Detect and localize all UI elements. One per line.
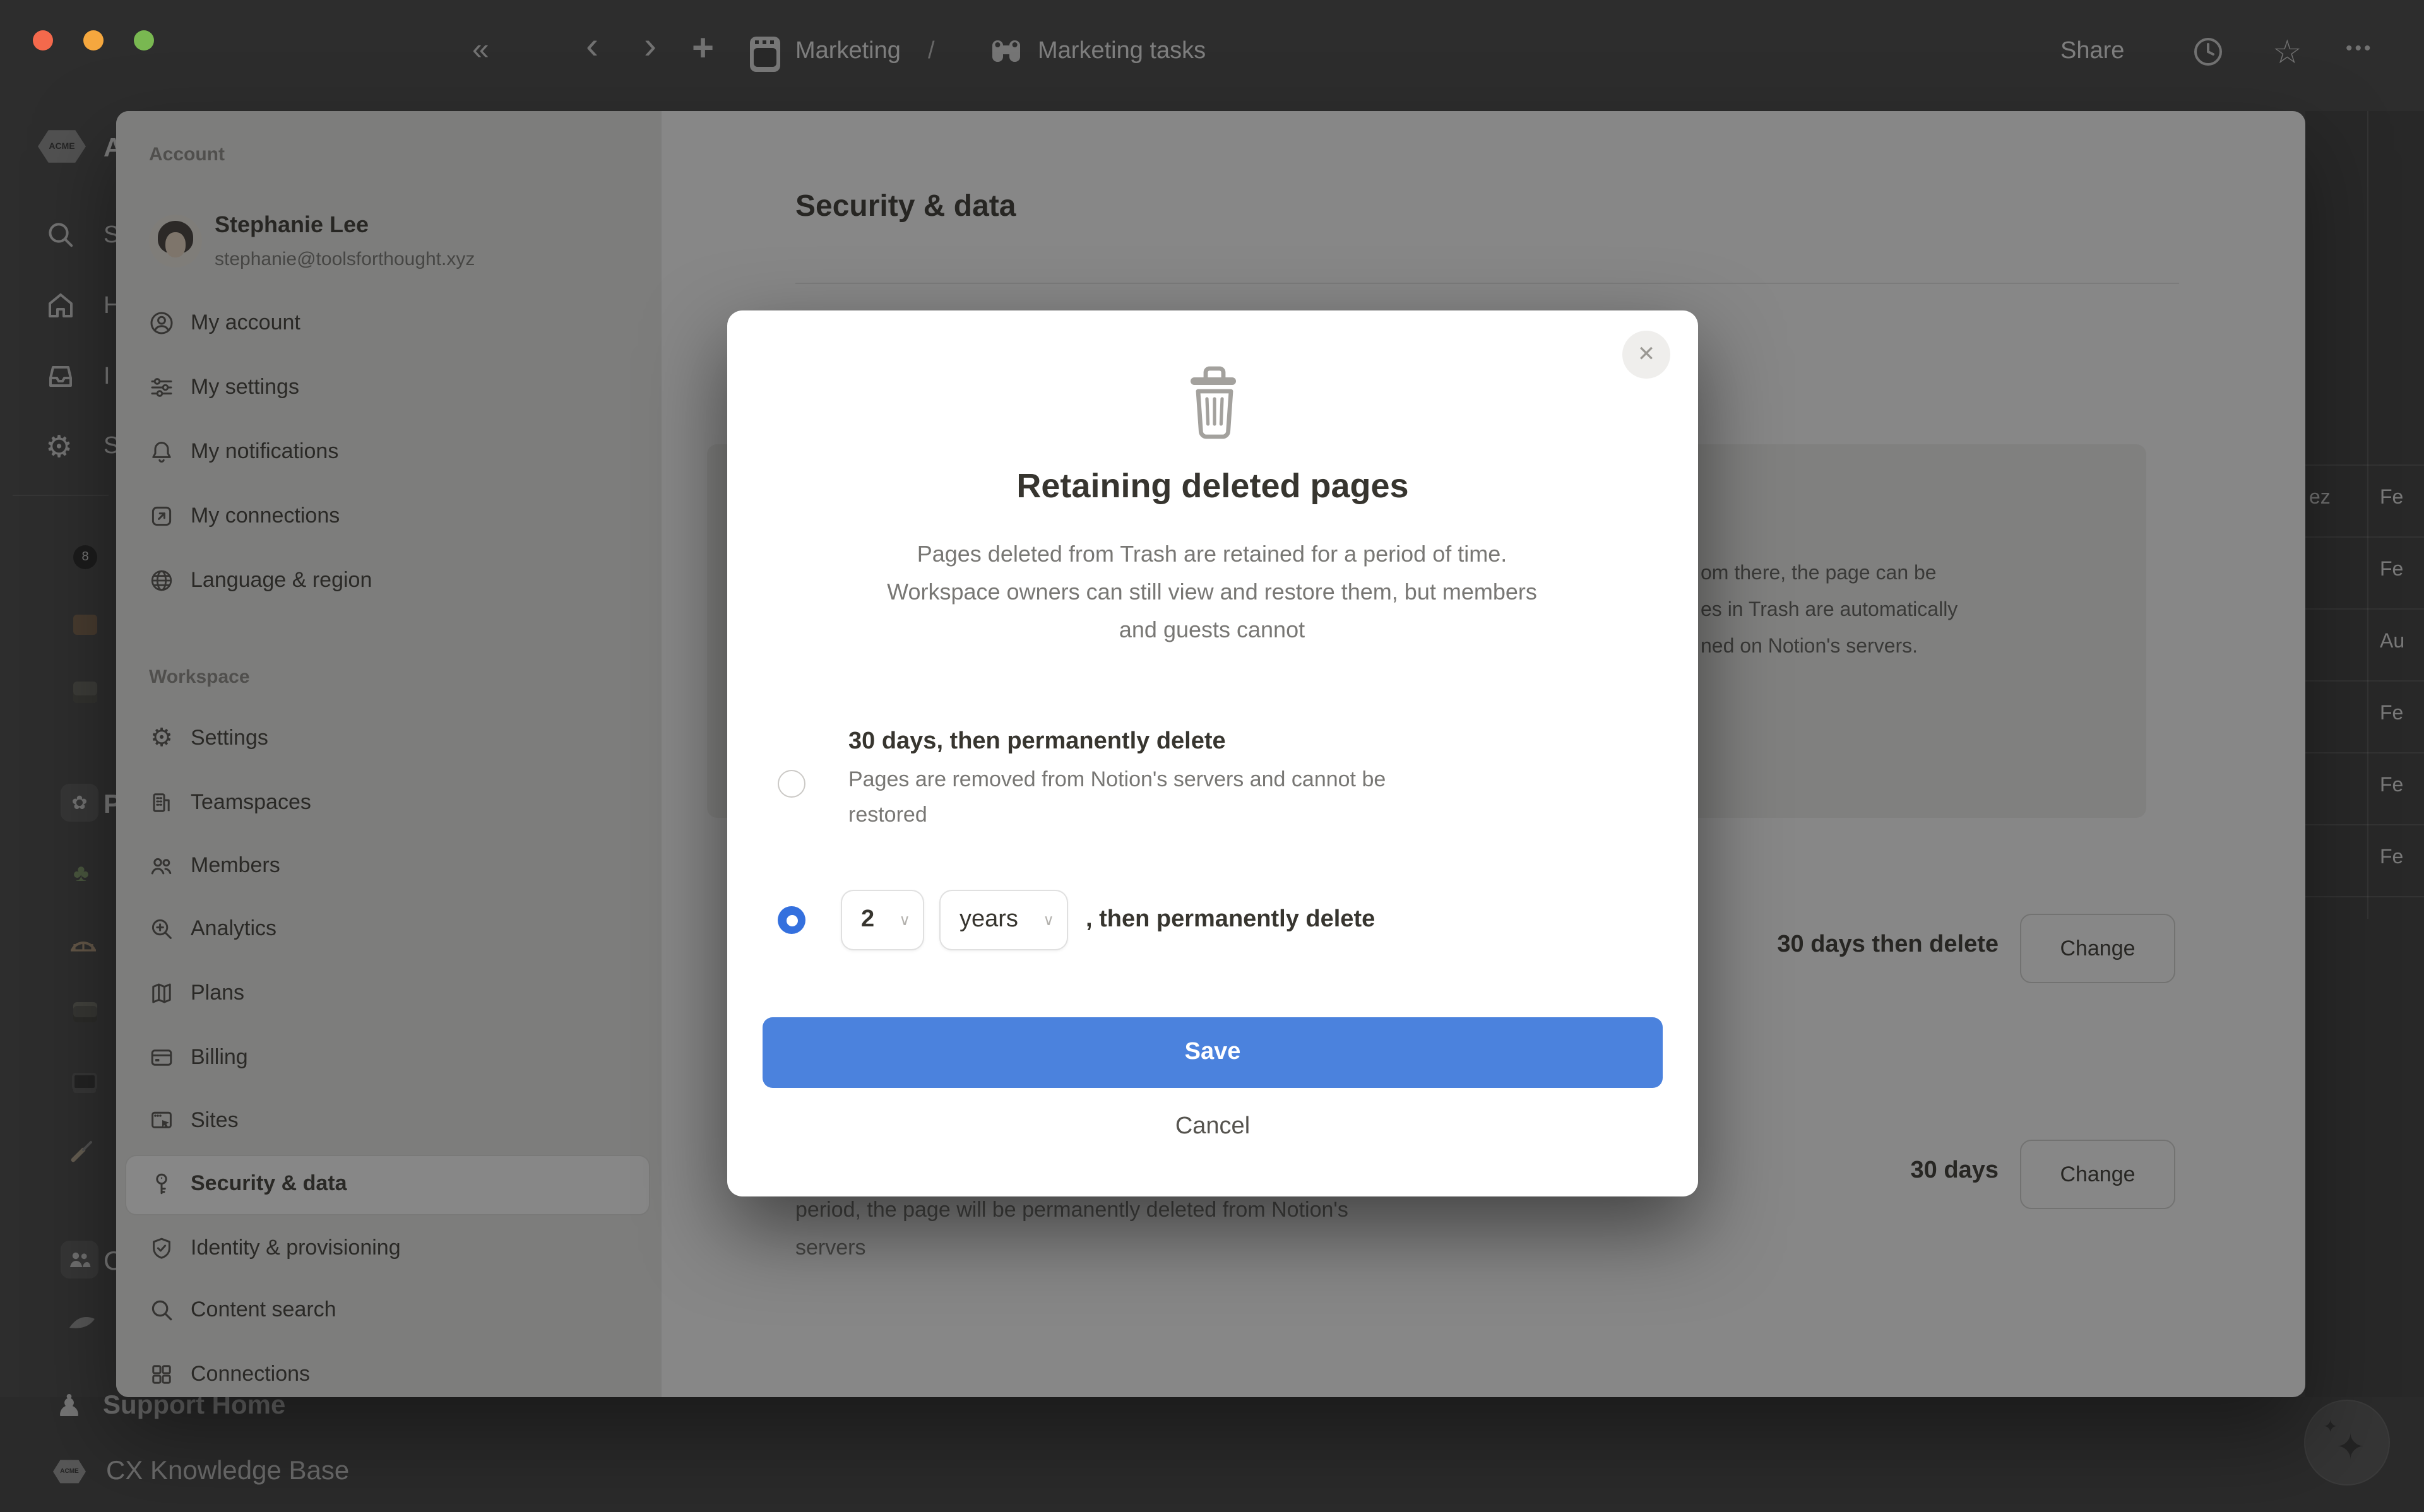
save-button[interactable]: Save — [763, 1017, 1663, 1088]
radio-custom-duration[interactable] — [778, 906, 805, 934]
option-label: 30 days, then permanently delete — [848, 728, 1226, 755]
modal-title: Retaining deleted pages — [1016, 467, 1409, 505]
radio-30-days[interactable] — [778, 770, 805, 798]
chevron-down-icon: ∨ — [899, 911, 910, 929]
chevron-down-icon: ∨ — [1043, 911, 1054, 929]
duration-value-select[interactable]: 2 ∨ — [841, 890, 924, 950]
close-icon[interactable]: ✕ — [1622, 331, 1670, 379]
duration-unit: years — [960, 906, 1018, 933]
option-sublabel: Pages are removed from Notion's servers … — [848, 767, 1386, 827]
option-suffix: , then permanently delete — [1086, 906, 1375, 933]
zoom-window-button[interactable] — [134, 30, 154, 50]
save-label: Save — [1184, 1039, 1241, 1065]
trash-icon — [1191, 366, 1236, 439]
option-30-days[interactable]: 30 days, then permanently delete Pages a… — [848, 728, 1442, 833]
duration-unit-select[interactable]: years ∨ — [939, 890, 1068, 950]
minimize-window-button[interactable] — [83, 30, 104, 50]
retention-modal: ✕ Retaining deleted pages Pages deleted … — [727, 310, 1698, 1196]
close-window-button[interactable] — [33, 30, 53, 50]
screen: « ‹ › + Marketing / Marketing tasks Shar… — [0, 0, 2424, 1512]
cancel-button[interactable]: Cancel — [727, 1113, 1698, 1141]
duration-value: 2 — [861, 906, 875, 933]
modal-description: Pages deleted from Trash are retained fo… — [887, 541, 1537, 642]
radio-dot — [786, 914, 797, 926]
